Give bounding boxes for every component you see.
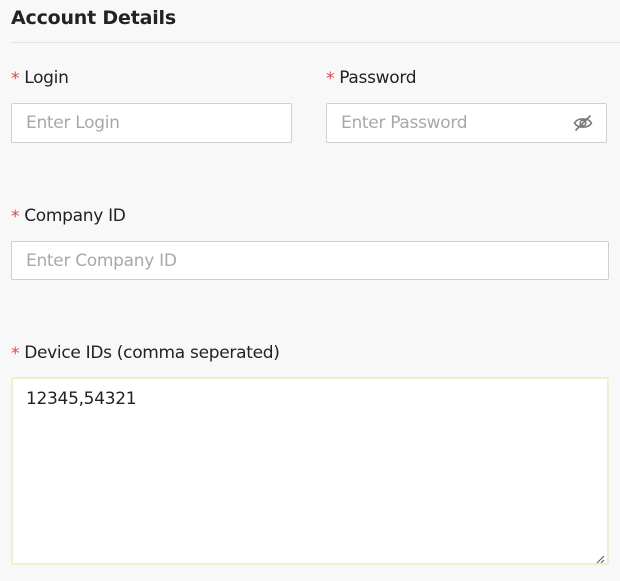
password-label: * Password — [326, 68, 417, 89]
company-id-label: * Company ID — [11, 206, 126, 227]
login-field-box — [11, 103, 292, 143]
password-label-text: Password — [339, 68, 417, 88]
required-marker: * — [326, 69, 335, 89]
company-id-field-box — [11, 241, 609, 280]
required-marker: * — [11, 344, 20, 364]
password-input[interactable] — [327, 104, 606, 142]
device-ids-label: * Device IDs (comma seperated) — [11, 343, 280, 364]
login-label-text: Login — [24, 68, 69, 88]
company-id-input[interactable] — [12, 242, 608, 279]
required-marker: * — [11, 207, 20, 227]
password-field-box — [326, 103, 607, 143]
company-id-label-text: Company ID — [24, 206, 126, 226]
device-ids-label-text: Device IDs (comma seperated) — [24, 343, 280, 363]
resize-handle-icon[interactable] — [595, 551, 605, 564]
login-input[interactable] — [12, 104, 291, 142]
device-ids-textarea[interactable] — [13, 379, 607, 563]
eye-slash-icon[interactable] — [572, 113, 594, 133]
section-title: Account Details — [11, 7, 176, 29]
required-marker: * — [11, 69, 20, 89]
device-ids-field-box — [11, 377, 609, 565]
login-label: * Login — [11, 68, 69, 89]
section-divider — [11, 42, 620, 43]
